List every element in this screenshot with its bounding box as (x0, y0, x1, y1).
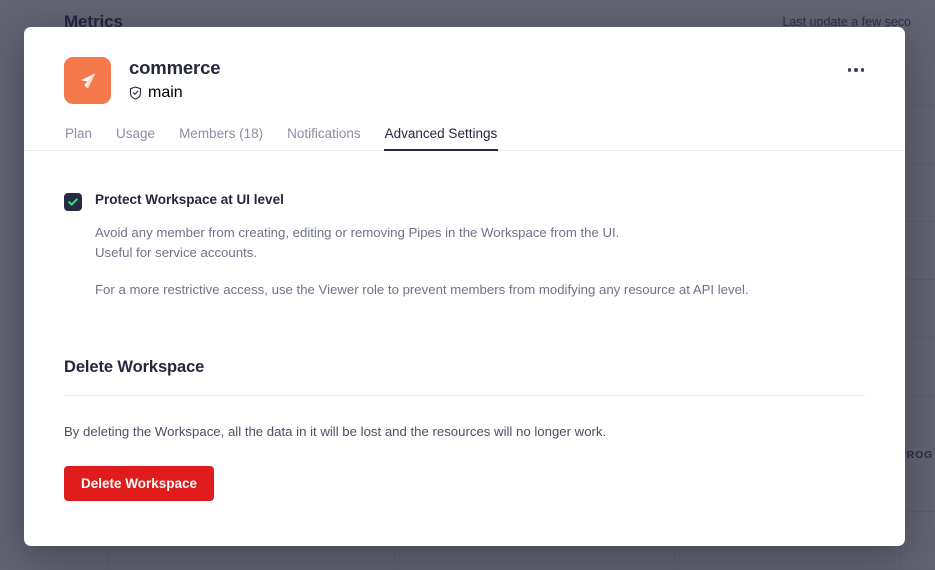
protect-workspace-setting: Protect Workspace at UI level (64, 191, 865, 211)
tab-plan[interactable]: Plan (64, 126, 93, 151)
checkmark-icon (68, 198, 78, 206)
workspace-avatar (64, 57, 111, 104)
paper-plane-logo-icon (80, 72, 95, 89)
ellipsis-dot-icon (847, 68, 852, 72)
delete-workspace-description: By deleting the Workspace, all the data … (64, 424, 607, 440)
workspace-identity: commerce main (129, 55, 221, 102)
ellipsis-dot-icon (860, 68, 865, 72)
tab-notifications[interactable]: Notifications (286, 126, 362, 151)
delete-workspace-section: Delete Workspace By deleting the Workspa… (64, 358, 865, 502)
workspace-settings-modal: commerce main Plan Usage Members (18) No… (24, 27, 905, 546)
protect-description-block-2: For a more restrictive access, use the V… (95, 282, 749, 298)
workspace-name: commerce (129, 57, 221, 78)
workspace-branch-row: main (129, 84, 220, 102)
tab-advanced-settings[interactable]: Advanced Settings (383, 126, 499, 151)
ellipsis-dot-icon (854, 68, 858, 72)
tab-usage[interactable]: Usage (115, 126, 156, 151)
more-options-button[interactable] (839, 57, 873, 83)
delete-workspace-button[interactable]: Delete Workspace (64, 465, 215, 502)
protect-description-line-1: Avoid any member from creating, editing … (95, 225, 620, 240)
shield-check-icon (129, 86, 142, 100)
protect-description-line-2: Useful for service accounts. (95, 245, 257, 261)
section-divider (64, 395, 865, 397)
workspace-branch-label: main (148, 84, 183, 102)
protect-description-block-1: Avoid any member from creating, editing … (95, 223, 865, 263)
protect-workspace-checkbox[interactable] (64, 193, 82, 211)
modal-header: commerce main (24, 27, 905, 104)
protect-workspace-label[interactable]: Protect Workspace at UI level (95, 191, 284, 209)
modal-tabs: Plan Usage Members (18) Notifications Ad… (24, 126, 905, 151)
tab-members[interactable]: Members (18) (178, 126, 264, 151)
advanced-settings-panel: Protect Workspace at UI level Avoid any … (24, 151, 905, 502)
delete-workspace-heading: Delete Workspace (64, 358, 205, 377)
